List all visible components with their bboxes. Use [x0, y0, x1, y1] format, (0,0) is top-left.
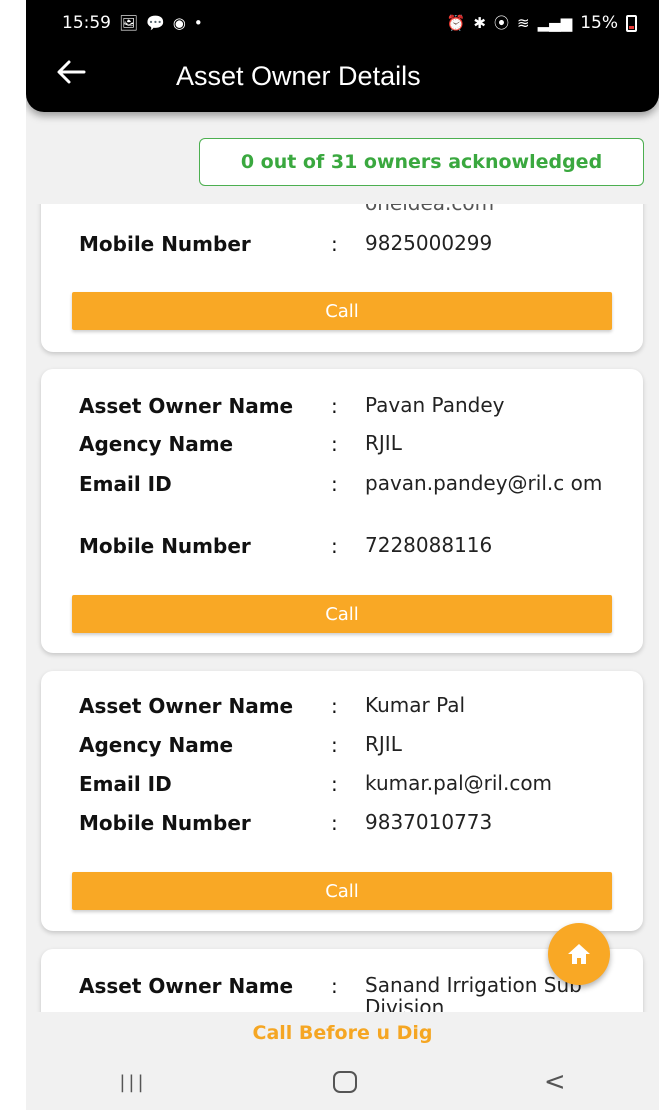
colon: : — [331, 472, 338, 496]
owner-card: oneidea.com Mobile Number : 9825000299 C… — [41, 204, 643, 352]
home-button[interactable] — [548, 923, 610, 985]
colon: : — [331, 974, 338, 998]
mobile-value: 9837010773 — [365, 810, 493, 834]
email-value: kumar.pal@ril.com — [365, 771, 553, 795]
call-button[interactable]: Call — [72, 872, 612, 910]
owner-name-value: Pavan Pandey — [365, 393, 505, 417]
agency-value: RJIL — [365, 431, 402, 455]
agency-label: Agency Name — [79, 432, 234, 456]
colon: : — [331, 394, 338, 418]
call-button[interactable]: Call — [72, 595, 612, 633]
back-arrow-icon[interactable] — [56, 56, 86, 92]
status-time: 15:59 — [62, 13, 111, 33]
owner-name-label: Asset Owner Name — [79, 394, 294, 418]
alarm-icon: ⏰ — [446, 13, 466, 32]
image-icon: 🖼 — [119, 13, 139, 32]
call-button[interactable]: Call — [72, 292, 612, 330]
app-bar: 15:59 🖼 💬 ◉ • ⏰ ✱ ⦿ ≋ ▂▄▆ 15% Asset Owne… — [26, 0, 659, 112]
agency-value: RJIL — [365, 732, 402, 756]
email-row: oneidea.com — [79, 204, 623, 214]
mobile-label: Mobile Number — [79, 811, 251, 835]
battery-icon — [626, 14, 637, 32]
owner-card: Asset Owner Name : Pavan Pandey Agency N… — [41, 369, 643, 653]
notification-dot-icon: • — [193, 13, 203, 32]
owner-name-row: Asset Owner Name : Pavan Pandey — [79, 394, 623, 418]
colon: : — [331, 772, 338, 796]
signal-icon: ▂▄▆ — [537, 13, 573, 32]
email-label: Email ID — [79, 772, 172, 796]
footer-brand: Call Before u Dig — [26, 1012, 659, 1054]
email-row: Email ID : kumar.pal@ril.com — [79, 772, 623, 796]
vibrate-icon: ✱ — [473, 13, 486, 32]
status-bar: 15:59 🖼 💬 ◉ • ⏰ ✱ ⦿ ≋ ▂▄▆ 15% — [62, 10, 637, 36]
mobile-row: Mobile Number : 7228088116 — [79, 534, 623, 558]
mobile-label: Mobile Number — [79, 534, 251, 558]
screen: 15:59 🖼 💬 ◉ • ⏰ ✱ ⦿ ≋ ▂▄▆ 15% Asset Owne… — [26, 0, 659, 1110]
acknowledgement-badge: 0 out of 31 owners acknowledged — [199, 138, 644, 186]
battery-text: 15% — [580, 13, 618, 33]
email-value: oneidea.com — [365, 204, 623, 214]
mobile-value: 7228088116 — [365, 533, 493, 557]
colon: : — [331, 232, 338, 256]
colon: : — [331, 432, 338, 456]
status-right: ⏰ ✱ ⦿ ≋ ▂▄▆ 15% — [447, 13, 637, 33]
email-value: pavan.pandey@ril.c om — [365, 471, 603, 495]
owner-name-row: Asset Owner Name : Sanand Irrigation Sub… — [79, 974, 623, 1012]
email-row: Email ID : pavan.pandey@ril.c om — [79, 472, 623, 496]
owner-list[interactable]: oneidea.com Mobile Number : 9825000299 C… — [26, 204, 659, 1012]
colon: : — [331, 694, 338, 718]
colon: : — [331, 811, 338, 835]
owner-name-row: Asset Owner Name : Kumar Pal — [79, 694, 623, 718]
owner-name-value: Sanand Irrigation Sub Division — [365, 973, 582, 1012]
home-icon — [568, 944, 590, 964]
home-nav-icon[interactable] — [333, 1071, 358, 1093]
status-left: 15:59 🖼 💬 ◉ • — [62, 13, 203, 33]
location-icon: ⦿ — [494, 13, 510, 32]
mobile-row: Mobile Number : 9837010773 — [79, 811, 623, 835]
agency-row: Agency Name : RJIL — [79, 432, 623, 456]
agency-label: Agency Name — [79, 733, 234, 757]
colon: : — [331, 733, 338, 757]
page-title: Asset Owner Details — [176, 61, 421, 91]
wifi-icon: ≋ — [517, 13, 530, 32]
owner-card: Asset Owner Name : Kumar Pal Agency Name… — [41, 671, 643, 931]
message-icon: 💬 — [146, 13, 165, 32]
recent-apps-icon[interactable]: ||| — [119, 1072, 146, 1093]
colon: : — [331, 534, 338, 558]
email-label: Email ID — [79, 472, 172, 496]
mobile-value: 9825000299 — [365, 231, 493, 255]
mobile-row: Mobile Number : 9825000299 — [79, 232, 623, 256]
system-nav-bar: ||| < — [26, 1054, 659, 1110]
back-nav-icon[interactable]: < — [544, 1067, 566, 1097]
agency-row: Agency Name : RJIL — [79, 733, 623, 757]
owner-name-value: Kumar Pal — [365, 693, 466, 717]
app-icon: ◉ — [172, 13, 186, 32]
mobile-label: Mobile Number — [79, 232, 251, 256]
owner-name-label: Asset Owner Name — [79, 694, 294, 718]
owner-name-label: Asset Owner Name — [79, 974, 294, 998]
